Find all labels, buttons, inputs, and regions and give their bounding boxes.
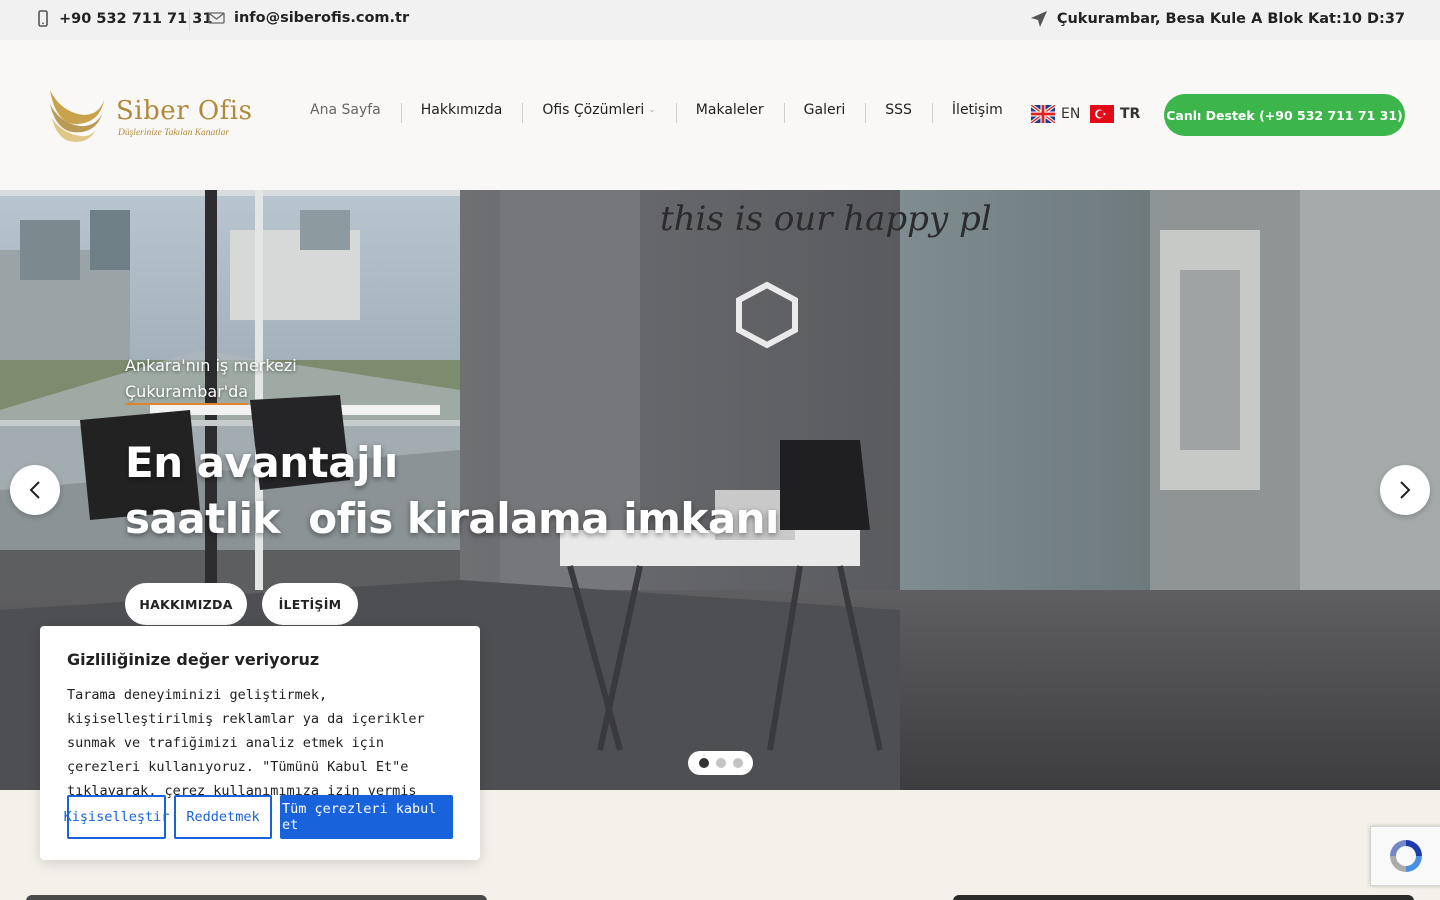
hero-title-line2: saatlik ofis kiralama imkanı [125, 494, 779, 543]
recaptcha-icon [1390, 840, 1422, 872]
content-card [26, 895, 487, 900]
hero-subtitle-line1: Ankara'nın iş merkezi [125, 356, 297, 375]
cookie-reject-button[interactable]: Reddetmek [174, 795, 272, 839]
topbar-address-text: Çukurambar, Besa Kule A Blok Kat:10 D:37 [1056, 11, 1405, 27]
top-bar: +90 532 711 71 31 info@siberofis.com.tr … [0, 0, 1440, 40]
nav-label: Ofis Çözümleri [542, 102, 645, 118]
chevron-left-icon [29, 481, 40, 499]
content-card [953, 895, 1414, 900]
nav-label: SSS [885, 102, 912, 118]
live-support-button[interactable]: Canlı Destek (+90 532 711 71 31) [1164, 94, 1405, 136]
hero-subtitle-line2: Çukurambar'da [125, 381, 249, 405]
location-arrow-icon [1030, 10, 1048, 28]
nav-item-home[interactable]: Ana Sayfa [290, 102, 401, 118]
cookie-accept-all-button[interactable]: Tüm çerezleri kabul et [280, 795, 453, 839]
site-header: Siber Ofis Düşlerinize Takılan Kanatlar … [0, 40, 1440, 190]
hero-title-line1: En avantajlı [125, 438, 398, 487]
cookie-title: Gizliliğinize değer veriyoruz [67, 650, 320, 669]
nav-item-about[interactable]: Hakkımızda [400, 102, 523, 123]
mobile-phone-icon [36, 10, 50, 28]
logo-title: Siber Ofis [116, 96, 253, 126]
nav-item-faq[interactable]: SSS [865, 102, 932, 123]
envelope-icon [208, 11, 225, 25]
topbar-email[interactable]: info@siberofis.com.tr [208, 10, 409, 26]
language-tr[interactable]: TR [1090, 105, 1140, 123]
turkey-flag-icon [1090, 105, 1114, 123]
topbar-phone[interactable]: +90 532 711 71 31 [36, 10, 212, 28]
slider-prev-button[interactable] [10, 465, 60, 515]
nav-label: Makaleler [695, 102, 764, 118]
topbar-email-text: info@siberofis.com.tr [234, 10, 410, 26]
site-logo[interactable]: Siber Ofis Düşlerinize Takılan Kanatlar [46, 84, 252, 146]
nav-item-gallery[interactable]: Galeri [783, 102, 866, 123]
chevron-right-icon [1400, 481, 1411, 499]
nav-label: İletişim [951, 102, 1003, 118]
cookie-consent-banner: Gizliliğinize değer veriyoruz Tarama den… [40, 626, 480, 860]
slider-dot[interactable] [732, 758, 743, 768]
hero-title: En avantajlı saatlik ofis kiralama imkan… [125, 435, 779, 547]
nav-item-contact[interactable]: İletişim [931, 102, 1023, 123]
nav-item-office-solutions[interactable]: Ofis Çözümleri ⌄ [522, 102, 675, 123]
nav-label: Hakkımızda [420, 102, 503, 118]
topbar-divider [189, 9, 190, 31]
hero-subtitle: Ankara'nın iş merkezi Çukurambar'da [125, 353, 297, 405]
nav-item-articles[interactable]: Makaleler [675, 102, 784, 123]
slider-pagination [688, 751, 753, 775]
slider-dot[interactable] [698, 758, 709, 768]
uk-flag-icon [1031, 105, 1055, 123]
logo-tagline: Düşlerinize Takılan Kanatlar [118, 128, 230, 138]
cookie-customize-button[interactable]: Kişiselleştir [64, 795, 169, 839]
wings-logo-icon [50, 90, 104, 142]
about-button[interactable]: HAKKIMIZDA [125, 583, 247, 625]
language-code: EN [1061, 106, 1081, 122]
recaptcha-badge[interactable] [1370, 826, 1440, 886]
slider-next-button[interactable] [1380, 465, 1430, 515]
wall-lettering: this is our happy pl [660, 199, 992, 239]
language-en[interactable]: EN [1031, 105, 1080, 123]
main-nav: Ana Sayfa Hakkımızda Ofis Çözümleri ⌄ Mak… [290, 102, 1023, 123]
chevron-down-icon: ⌄ [648, 105, 656, 115]
nav-label: Galeri [803, 102, 846, 118]
contact-button[interactable]: İLETİŞİM [262, 583, 358, 625]
topbar-address: Çukurambar, Besa Kule A Blok Kat:10 D:37 [1030, 10, 1405, 28]
language-code: TR [1120, 106, 1141, 122]
nav-label: Ana Sayfa [310, 102, 381, 118]
slider-dot[interactable] [715, 758, 726, 768]
